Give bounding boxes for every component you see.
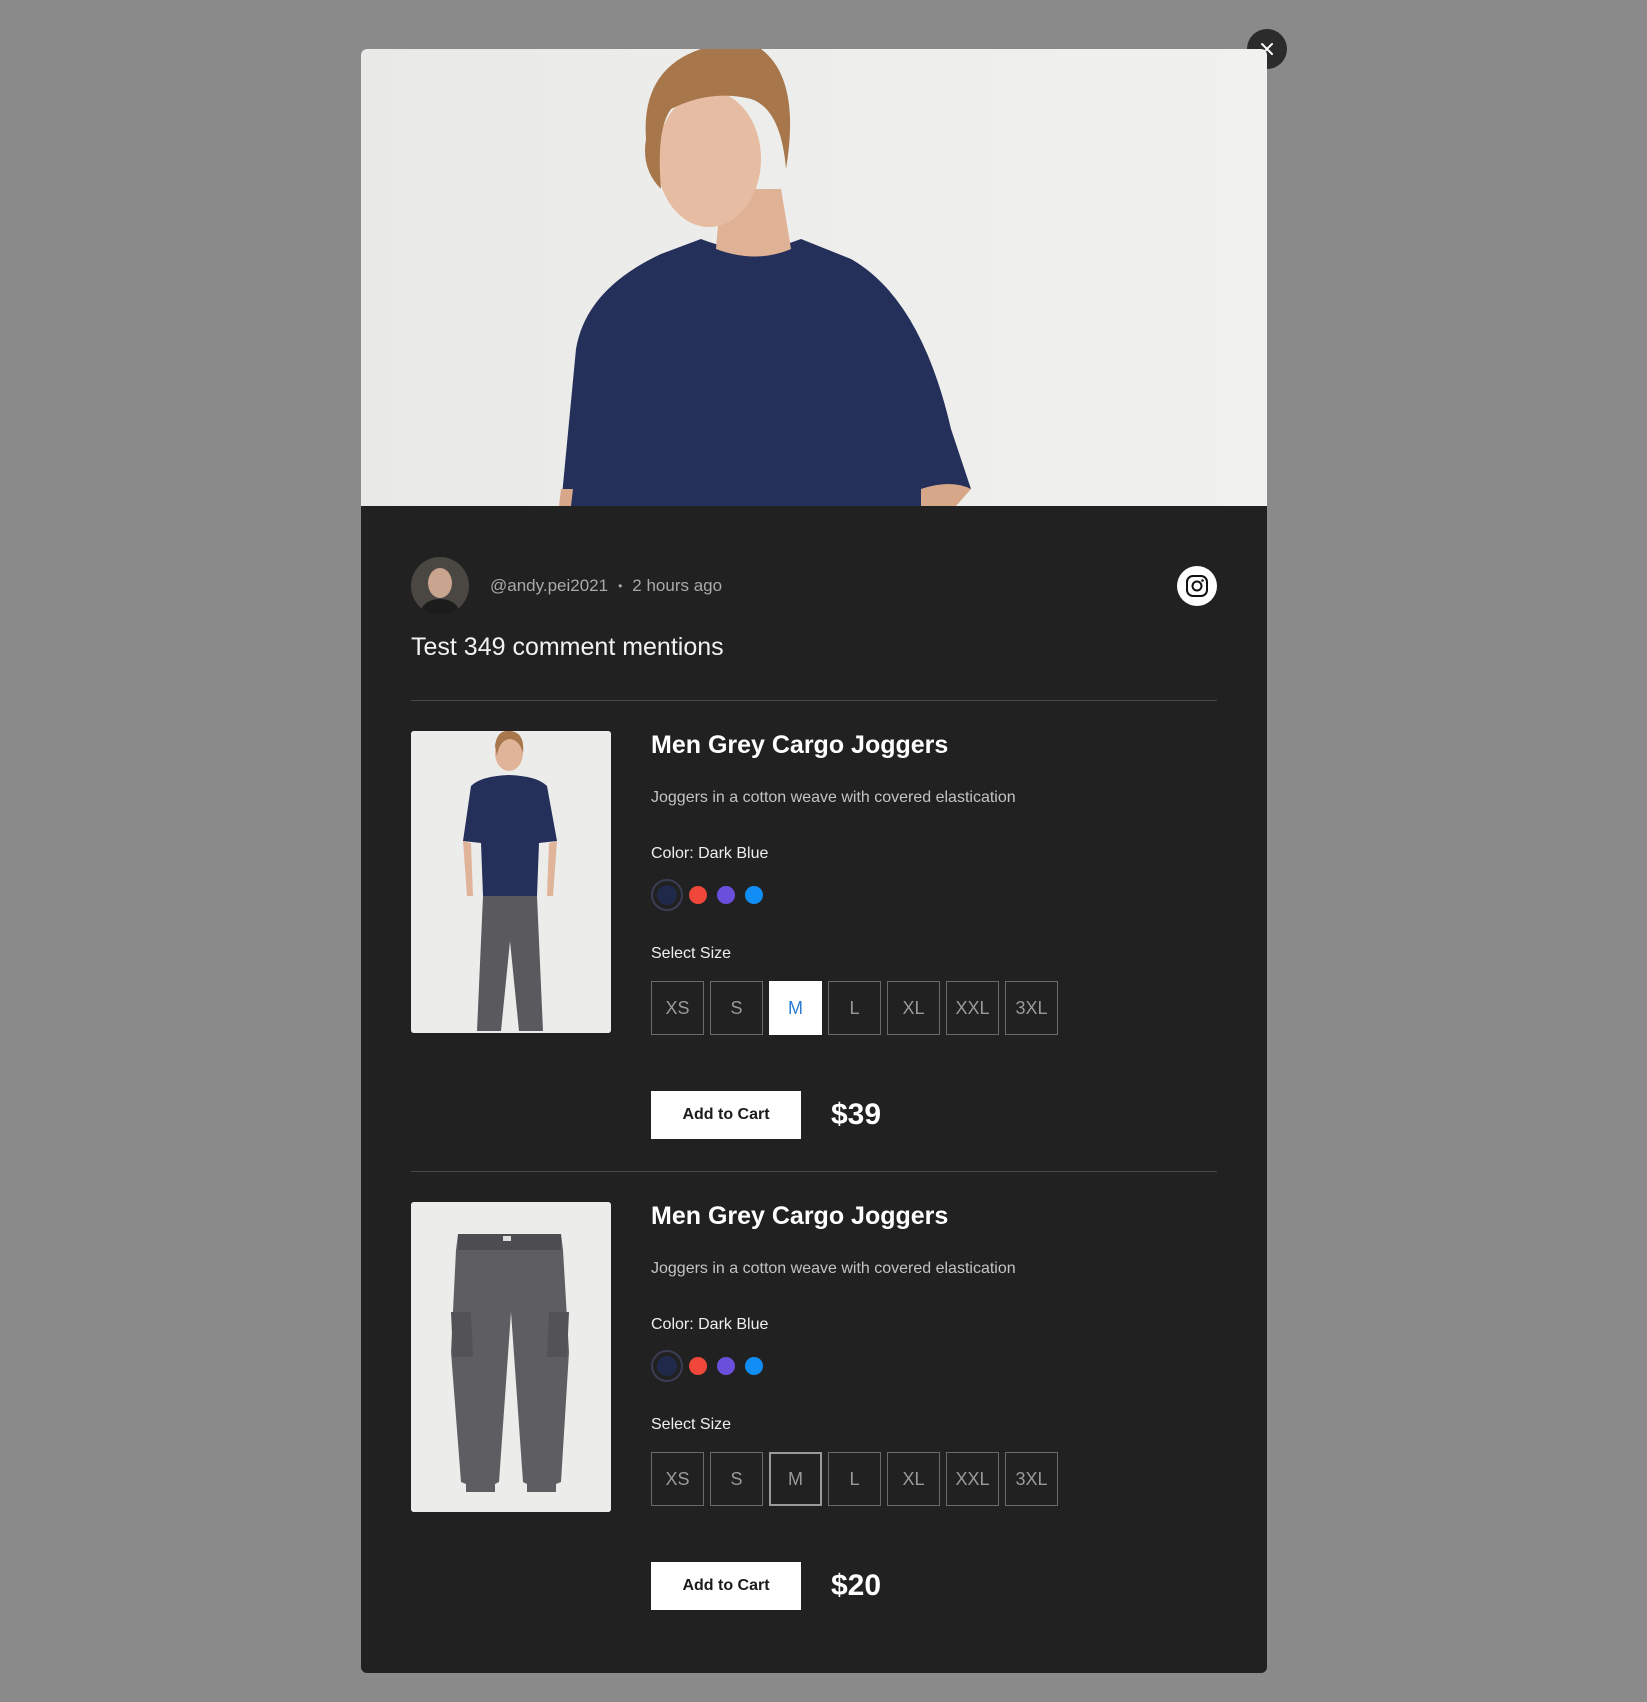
product-card: Men Grey Cargo Joggers Joggers in a cott… xyxy=(411,731,1217,1151)
size-option-3xl[interactable]: 3XL xyxy=(1005,1452,1058,1506)
color-swatch-red[interactable] xyxy=(689,1357,707,1375)
size-label: Select Size xyxy=(651,945,732,962)
cart-row: Add to Cart $39 xyxy=(651,1091,881,1139)
post-modal: @andy.pei2021 • 2 hours ago Test 349 com… xyxy=(361,49,1267,1673)
meta-separator: • xyxy=(618,579,623,593)
add-to-cart-button[interactable]: Add to Cart xyxy=(651,1562,801,1610)
color-label: Color: Dark Blue xyxy=(651,845,769,862)
price: $39 xyxy=(831,1098,882,1131)
size-option-3xl[interactable]: 3XL xyxy=(1005,981,1058,1035)
add-to-cart-button[interactable]: Add to Cart xyxy=(651,1091,801,1139)
color-label: Color: Dark Blue xyxy=(651,1316,769,1333)
timestamp: 2 hours ago xyxy=(632,576,723,595)
color-swatch-dark-blue[interactable] xyxy=(651,879,683,911)
hero-photo xyxy=(559,49,971,506)
color-swatches xyxy=(651,1350,773,1382)
price: $20 xyxy=(831,1569,882,1602)
color-swatch-red[interactable] xyxy=(689,886,707,904)
post-caption: Test 349 comment mentions xyxy=(411,633,724,661)
post-header: @andy.pei2021 • 2 hours ago xyxy=(411,556,1217,616)
color-swatch-blue[interactable] xyxy=(745,1357,763,1375)
cart-row: Add to Cart $20 xyxy=(651,1562,881,1610)
size-option-xl[interactable]: XL xyxy=(887,1452,940,1506)
size-options: XS S M L XL XXL 3XL xyxy=(651,1452,1064,1506)
instagram-icon xyxy=(1186,575,1208,597)
size-option-l[interactable]: L xyxy=(828,1452,881,1506)
username[interactable]: @andy.pei2021 xyxy=(490,576,608,596)
color-swatch-dark-blue[interactable] xyxy=(651,1350,683,1382)
avatar[interactable] xyxy=(411,557,469,615)
size-option-xs[interactable]: XS xyxy=(651,1452,704,1506)
size-label: Select Size xyxy=(651,1416,732,1433)
color-swatch-purple[interactable] xyxy=(717,886,735,904)
size-option-m[interactable]: M xyxy=(769,1452,822,1506)
color-swatch-blue[interactable] xyxy=(745,886,763,904)
color-swatch-purple[interactable] xyxy=(717,1357,735,1375)
product-title: Men Grey Cargo Joggers xyxy=(651,1202,949,1230)
size-option-xxl[interactable]: XXL xyxy=(946,1452,999,1506)
instagram-button[interactable] xyxy=(1177,566,1217,606)
post-meta: @andy.pei2021 • 2 hours ago xyxy=(490,576,722,596)
size-option-xl[interactable]: XL xyxy=(887,981,940,1035)
size-option-l[interactable]: L xyxy=(828,981,881,1035)
size-option-xxl[interactable]: XXL xyxy=(946,981,999,1035)
product-card: Men Grey Cargo Joggers Joggers in a cott… xyxy=(411,1202,1217,1622)
hero-image xyxy=(361,49,1267,506)
size-option-m[interactable]: M xyxy=(769,981,822,1035)
product-title: Men Grey Cargo Joggers xyxy=(651,731,949,759)
product-image[interactable] xyxy=(411,1202,611,1512)
size-options: XS S M L XL XXL 3XL xyxy=(651,981,1064,1035)
size-option-xs[interactable]: XS xyxy=(651,981,704,1035)
divider xyxy=(411,700,1217,701)
divider xyxy=(411,1171,1217,1172)
product-image[interactable] xyxy=(411,731,611,1033)
size-option-s[interactable]: S xyxy=(710,981,763,1035)
product-description: Joggers in a cotton weave with covered e… xyxy=(651,1260,1016,1277)
size-option-s[interactable]: S xyxy=(710,1452,763,1506)
product-description: Joggers in a cotton weave with covered e… xyxy=(651,789,1016,806)
color-swatches xyxy=(651,879,773,911)
